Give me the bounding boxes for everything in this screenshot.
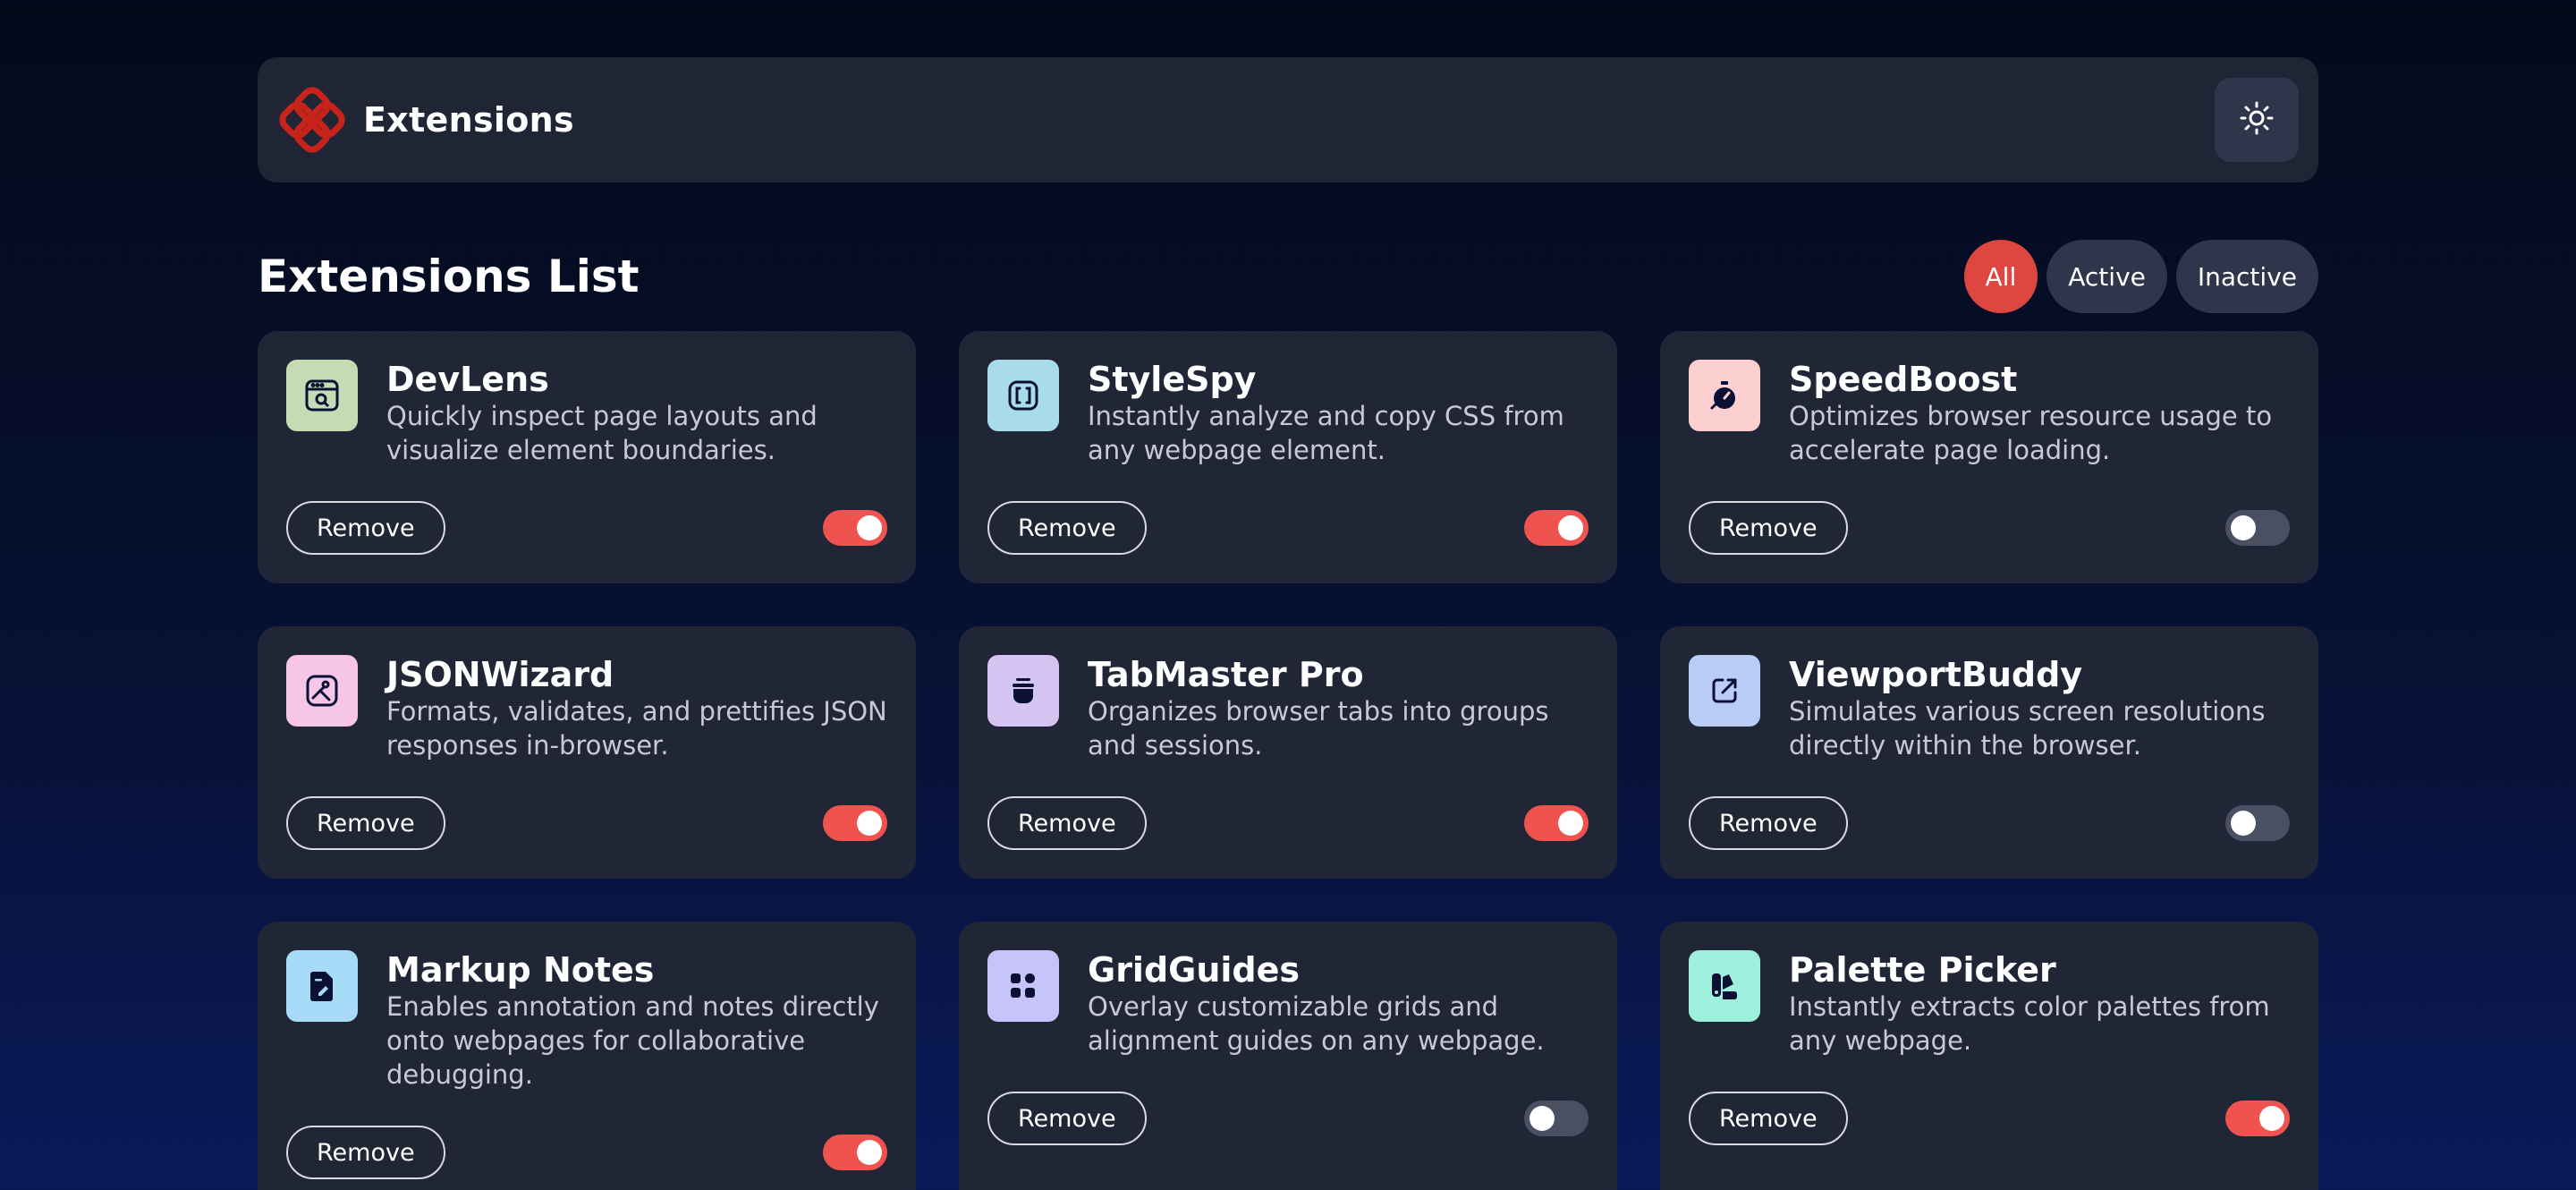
extension-description: Instantly extracts color palettes from a… bbox=[1789, 991, 2270, 1056]
extension-card-devlens: DevLens Quickly inspect page layouts and… bbox=[258, 331, 916, 583]
extension-description: Overlay customizable grids and alignment… bbox=[1088, 991, 1545, 1056]
jsonwizard-icon bbox=[286, 655, 358, 727]
page-title: Extensions List bbox=[258, 251, 640, 302]
extension-name: SpeedBoost bbox=[1789, 360, 2018, 399]
sun-icon bbox=[2239, 100, 2275, 140]
extension-card-stylespy: StyleSpy Instantly analyze and copy CSS … bbox=[959, 331, 1617, 583]
filter-inactive-button[interactable]: Inactive bbox=[2175, 240, 2318, 313]
enable-toggle[interactable] bbox=[2225, 1101, 2290, 1136]
stylespy-icon bbox=[987, 360, 1059, 431]
extension-card-markup-notes: Markup Notes Enables annotation and note… bbox=[258, 922, 916, 1190]
extension-name: DevLens bbox=[386, 360, 549, 399]
extension-description: Instantly analyze and copy CSS from any … bbox=[1088, 401, 1564, 465]
extension-card-gridguides: GridGuides Overlay customizable grids an… bbox=[959, 922, 1617, 1190]
remove-button[interactable]: Remove bbox=[1689, 501, 1848, 555]
toggle-knob bbox=[1558, 515, 1583, 540]
extension-name: JSONWizard bbox=[386, 655, 614, 694]
enable-toggle[interactable] bbox=[2225, 510, 2290, 546]
extension-description: Optimizes browser resource usage to acce… bbox=[1789, 401, 2273, 465]
remove-button[interactable]: Remove bbox=[987, 501, 1147, 555]
extension-name: Palette Picker bbox=[1789, 950, 2056, 990]
toggle-knob bbox=[2231, 515, 2256, 540]
extension-name: StyleSpy bbox=[1088, 360, 1257, 399]
extension-card-palette-picker: Palette Picker Instantly extracts color … bbox=[1660, 922, 2318, 1190]
extension-description: Organizes browser tabs into groups and s… bbox=[1088, 696, 1549, 761]
remove-button[interactable]: Remove bbox=[286, 501, 445, 555]
toggle-knob bbox=[1530, 1106, 1555, 1131]
enable-toggle[interactable] bbox=[823, 1135, 887, 1170]
toggle-knob bbox=[857, 1140, 882, 1165]
theme-toggle-button[interactable] bbox=[2215, 78, 2299, 162]
enable-toggle[interactable] bbox=[1524, 1101, 1589, 1136]
toggle-knob bbox=[1558, 811, 1583, 836]
toggle-knob bbox=[2259, 1106, 2284, 1131]
remove-button[interactable]: Remove bbox=[987, 796, 1147, 850]
devlens-icon bbox=[286, 360, 358, 431]
toggle-knob bbox=[2231, 811, 2256, 836]
filter-group: All Active Inactive bbox=[1963, 240, 2318, 313]
extension-name: GridGuides bbox=[1088, 950, 1301, 990]
top-bar: Extensions bbox=[258, 57, 2318, 183]
markup-notes-icon bbox=[286, 950, 358, 1022]
remove-button[interactable]: Remove bbox=[286, 796, 445, 850]
remove-button[interactable]: Remove bbox=[1689, 1092, 1848, 1145]
extension-card-tabmaster-pro: TabMaster Pro Organizes browser tabs int… bbox=[959, 626, 1617, 879]
extension-card-jsonwizard: JSONWizard Formats, validates, and prett… bbox=[258, 626, 916, 879]
extensions-grid: DevLens Quickly inspect page layouts and… bbox=[258, 331, 2318, 1190]
palette-picker-icon bbox=[1689, 950, 1760, 1022]
extension-description: Simulates various screen resolutions dir… bbox=[1789, 696, 2266, 761]
app-container: Extensions Extensions List All Active In… bbox=[258, 57, 2318, 1190]
tabmaster-icon bbox=[987, 655, 1059, 727]
extension-name: ViewportBuddy bbox=[1789, 655, 2083, 694]
enable-toggle[interactable] bbox=[1524, 510, 1589, 546]
remove-button[interactable]: Remove bbox=[1689, 796, 1848, 850]
enable-toggle[interactable] bbox=[2225, 805, 2290, 841]
remove-button[interactable]: Remove bbox=[286, 1126, 445, 1179]
enable-toggle[interactable] bbox=[1524, 805, 1589, 841]
list-header: Extensions List All Active Inactive bbox=[258, 240, 2318, 313]
extension-name: Markup Notes bbox=[386, 950, 655, 990]
filter-all-button[interactable]: All bbox=[1963, 240, 2038, 313]
extensions-logo-icon bbox=[277, 85, 347, 155]
remove-button[interactable]: Remove bbox=[987, 1092, 1147, 1145]
speedboost-icon bbox=[1689, 360, 1760, 431]
extension-card-viewportbuddy: ViewportBuddy Simulates various screen r… bbox=[1660, 626, 2318, 879]
extension-description: Formats, validates, and prettifies JSON … bbox=[386, 696, 887, 761]
app-title: Extensions bbox=[363, 100, 574, 140]
extension-name: TabMaster Pro bbox=[1088, 655, 1364, 694]
extension-description: Enables annotation and notes directly on… bbox=[386, 991, 879, 1090]
extension-description: Quickly inspect page layouts and visuali… bbox=[386, 401, 818, 465]
extension-card-speedboost: SpeedBoost Optimizes browser resource us… bbox=[1660, 331, 2318, 583]
brand: Extensions bbox=[277, 85, 574, 155]
viewportbuddy-icon bbox=[1689, 655, 1760, 727]
gridguides-icon bbox=[987, 950, 1059, 1022]
enable-toggle[interactable] bbox=[823, 510, 887, 546]
enable-toggle[interactable] bbox=[823, 805, 887, 841]
toggle-knob bbox=[857, 811, 882, 836]
toggle-knob bbox=[857, 515, 882, 540]
filter-active-button[interactable]: Active bbox=[2046, 240, 2167, 313]
